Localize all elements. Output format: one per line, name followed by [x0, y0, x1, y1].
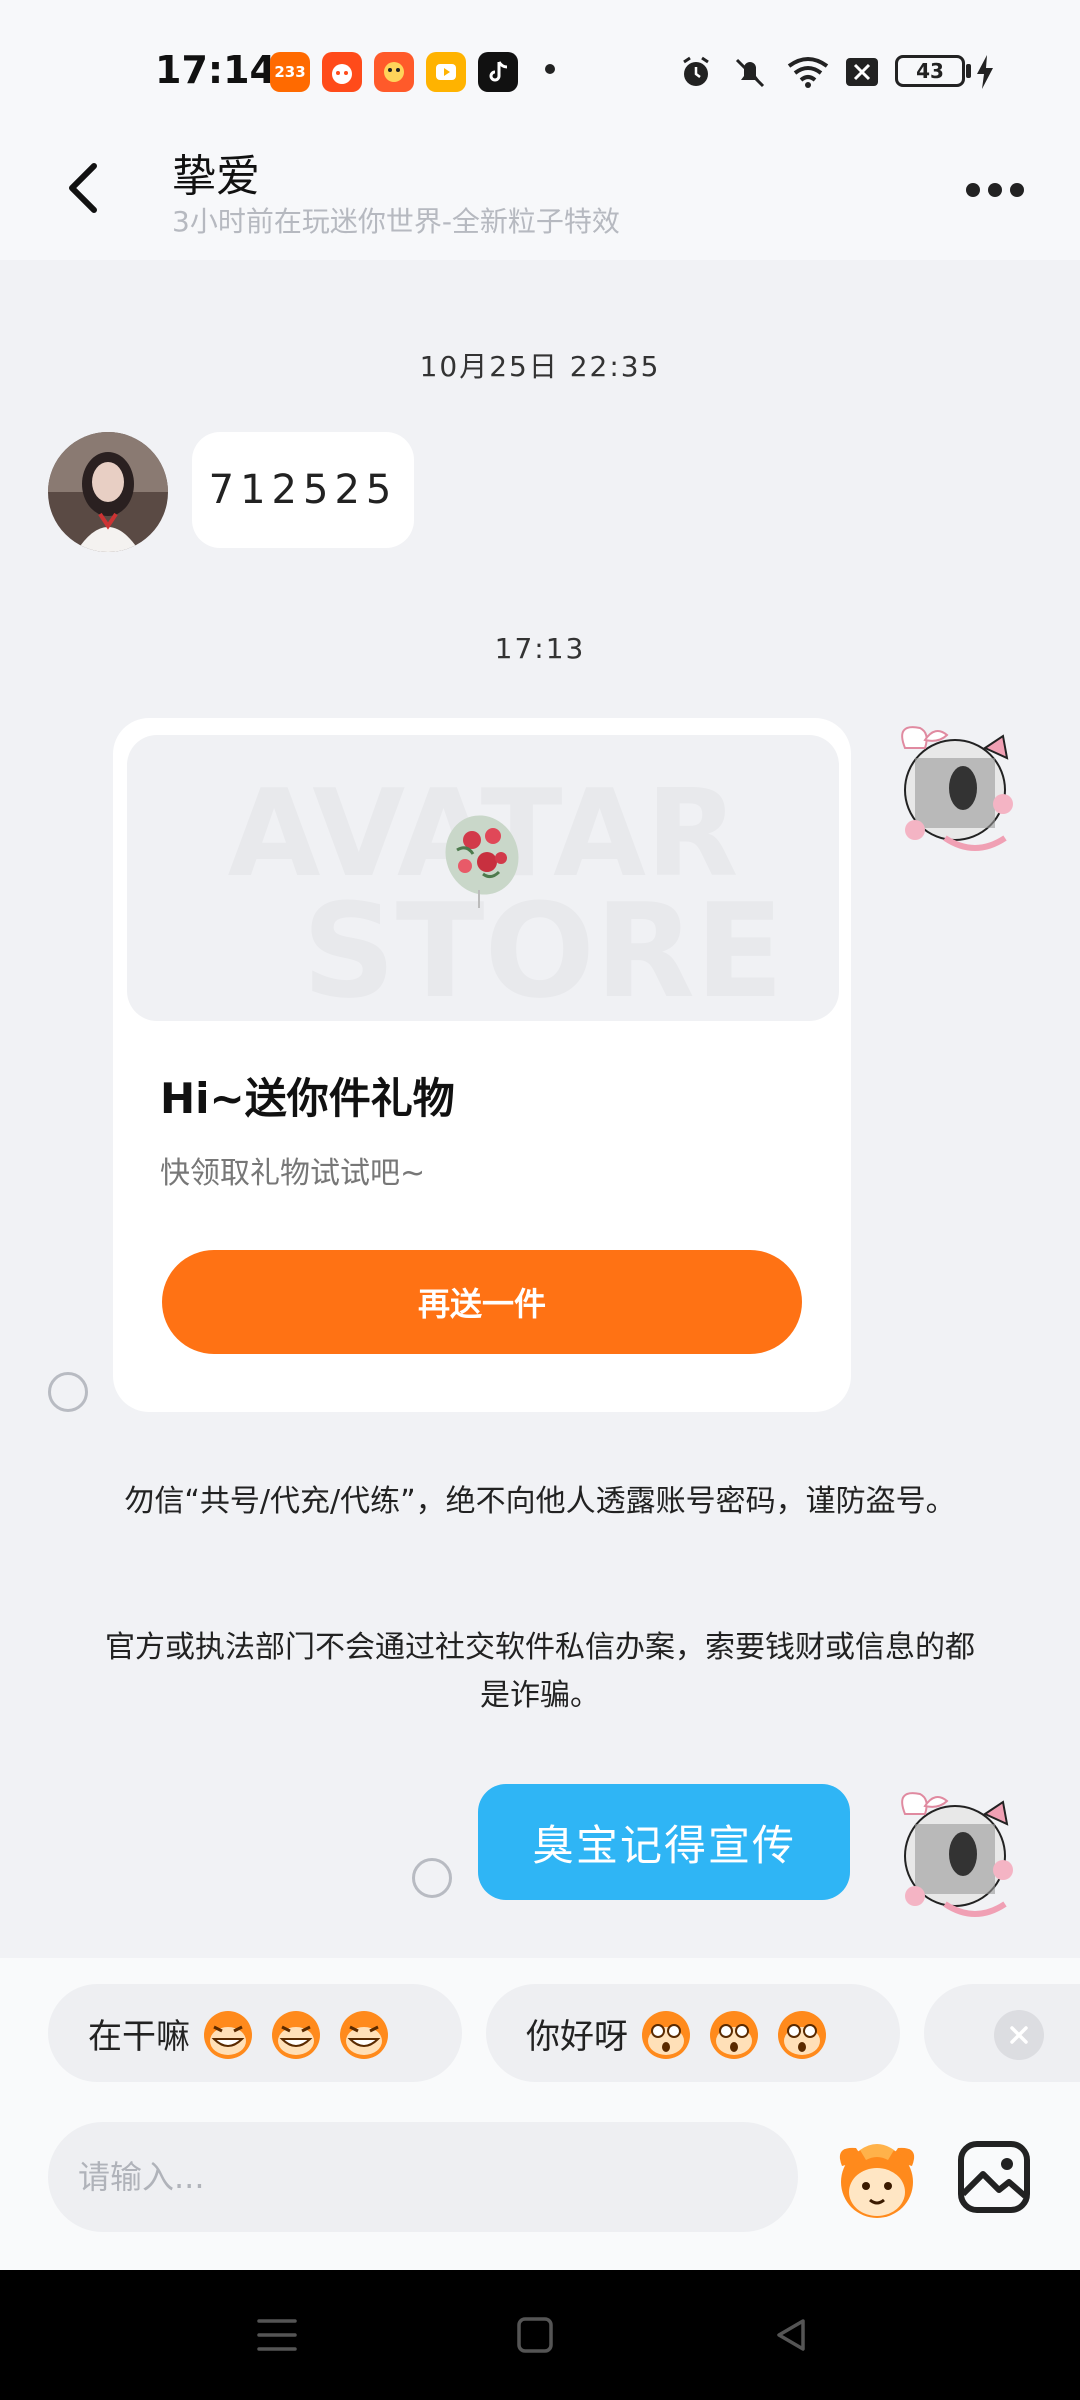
incoming-message-bubble[interactable]: 712525	[192, 432, 414, 548]
tiktok-icon	[478, 52, 518, 92]
close-quick-replies-button[interactable]	[994, 2010, 1044, 2060]
233-app-icon: 233	[270, 52, 310, 92]
security-notice-2: 官方或执法部门不会通过社交软件私信办案，索要钱财或信息的都是诈骗。	[105, 1630, 975, 1713]
home-square-icon	[517, 2317, 553, 2353]
select-message-radio[interactable]	[412, 1858, 452, 1898]
gift-image: AVATAR STORE	[127, 735, 839, 1021]
charging-icon	[972, 52, 998, 92]
timestamp: 10月25日 22:35	[419, 350, 661, 383]
more-dots-icon	[966, 183, 1024, 197]
back-nav-button[interactable]	[756, 2300, 826, 2370]
send-another-gift-button[interactable]: 再送一件	[162, 1250, 802, 1354]
image-icon	[958, 2141, 1030, 2213]
wifi-icon	[784, 52, 832, 92]
grin-monkey-icon	[272, 2011, 320, 2059]
quick-reply-chip[interactable]: 在干嘛	[48, 1984, 462, 2082]
home-button[interactable]	[500, 2300, 570, 2370]
chat-header	[0, 130, 1080, 260]
alarm-icon	[674, 52, 718, 92]
back-button[interactable]	[52, 148, 112, 228]
quick-reply-text: 在干嘛	[88, 2016, 190, 2057]
security-notice-1: 勿信“共号/代充/代练”，绝不向他人透露账号密码，谨防盗号。	[124, 1484, 956, 1519]
grin-monkey-icon	[340, 2011, 388, 2059]
image-picker-button[interactable]	[955, 2138, 1033, 2216]
emoji-button[interactable]	[830, 2132, 924, 2226]
mute-icon	[728, 52, 772, 92]
message-input[interactable]	[48, 2122, 798, 2232]
chat-subtitle: 3小时前在玩迷你世界-全新粒子特效	[172, 205, 620, 238]
surprised-monkey-icon	[710, 2011, 758, 2059]
timestamp: 17:13	[494, 632, 586, 665]
game-app-icon	[322, 52, 362, 92]
gift-subtitle: 快领取礼物试试吧~	[160, 1156, 426, 1191]
mascot-emoji-icon	[839, 2144, 915, 2218]
gift-hat-image	[445, 815, 519, 908]
status-time: 17:14	[155, 48, 276, 92]
back-triangle-icon	[777, 2319, 805, 2351]
more-options-button[interactable]	[960, 160, 1030, 220]
cartoon-app-icon	[374, 52, 414, 92]
notification-dot	[545, 64, 555, 74]
grin-monkey-icon	[204, 2011, 252, 2059]
chat-title: 挚爱	[172, 151, 260, 202]
my-avatar[interactable]	[885, 718, 1025, 858]
chevron-left-icon	[69, 163, 97, 213]
no-sim-icon	[842, 52, 882, 92]
video-app-icon	[426, 52, 466, 92]
close-icon	[1010, 2026, 1028, 2044]
surprised-monkey-icon	[778, 2011, 826, 2059]
battery-indicator: 43	[895, 55, 965, 87]
battery-tip	[966, 64, 971, 78]
contact-avatar[interactable]	[48, 432, 168, 552]
gift-title: Hi~送你件礼物	[160, 1074, 455, 1123]
quick-reply-chip[interactable]: 你好呀	[486, 1984, 900, 2082]
recent-apps-button[interactable]	[242, 2300, 312, 2370]
menu-icon	[257, 2319, 297, 2351]
select-message-radio[interactable]	[48, 1372, 88, 1412]
surprised-monkey-icon	[642, 2011, 690, 2059]
quick-reply-text: 你好呀	[526, 2016, 628, 2057]
outgoing-message-bubble[interactable]: 臭宝记得宣传	[478, 1784, 850, 1900]
my-avatar[interactable]	[885, 1784, 1025, 1924]
